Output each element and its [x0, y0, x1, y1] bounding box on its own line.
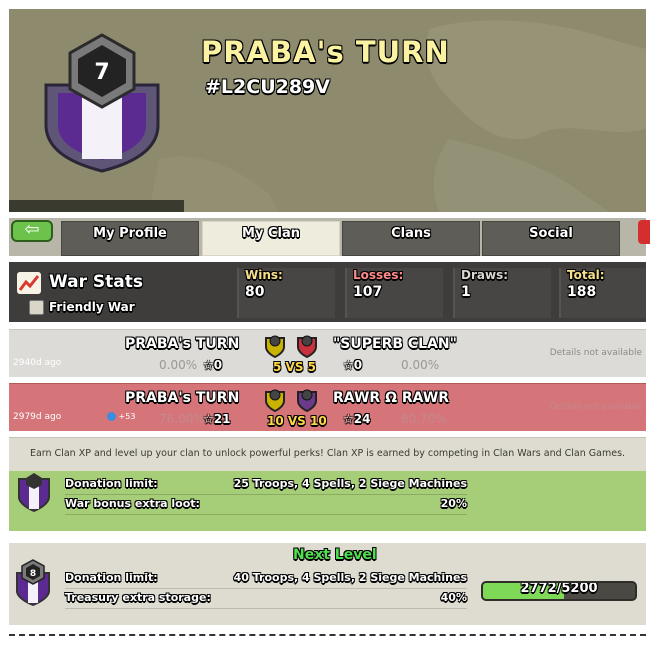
- clan2-stars: ☆24: [343, 412, 371, 426]
- clan-xp-progress-text: 2772/5200: [520, 581, 598, 596]
- total-stat: Total: 188: [559, 268, 646, 318]
- current-level-perks: Donation limit: 25 Troops, 4 Spells, 2 S…: [9, 471, 646, 531]
- back-arrow-icon: ⇦: [24, 219, 40, 240]
- clan-perks-description: Earn Clan XP and level up your clan to u…: [9, 437, 646, 471]
- donation-limit-label: Donation limit:: [65, 477, 158, 490]
- treasury-storage-value: 40%: [440, 591, 467, 604]
- current-war-bonus: War bonus extra loot: 20%: [65, 497, 467, 515]
- close-button[interactable]: [638, 220, 650, 244]
- clan-level-badge-icon: [18, 473, 50, 513]
- wins-value: 80: [245, 284, 265, 300]
- war-details-unavailable: Details not available: [549, 348, 642, 358]
- war-bonus-value: 20%: [440, 497, 467, 510]
- header-ledge: [9, 200, 184, 212]
- clan-level-badge-icon: 8: [16, 559, 50, 607]
- war-clan2-name: "SUPERB CLAN": [333, 336, 457, 352]
- draws-value: 1: [461, 284, 471, 300]
- draws-stat: Draws: 1: [453, 268, 551, 318]
- xp-orb-icon: [107, 412, 116, 421]
- clan-name: PRABA's TURN: [201, 35, 450, 69]
- next-donation-limit: Donation limit: 40 Troops, 4 Spells, 2 S…: [65, 571, 467, 589]
- clan2-stars: ☆0: [343, 358, 363, 372]
- war-log-row[interactable]: 2979d ago +53 PRABA's TURN RAWR Ω RAWR 7…: [9, 383, 646, 431]
- clan1-shield-icon: [265, 389, 285, 412]
- section-divider: [9, 634, 646, 636]
- war-log-row[interactable]: 2940d ago PRABA's TURN "SUPERB CLAN" 0.0…: [9, 329, 646, 377]
- tab-my-profile[interactable]: My Profile: [61, 221, 199, 256]
- war-size: 10 VS 10: [267, 414, 327, 428]
- wins-stat: Wins: 80: [237, 268, 335, 318]
- losses-stat: Losses: 107: [345, 268, 443, 318]
- donation-limit-label: Donation limit:: [65, 571, 158, 584]
- current-donation-limit: Donation limit: 25 Troops, 4 Spells, 2 S…: [65, 477, 467, 495]
- draws-label: Draws:: [461, 268, 509, 282]
- clan1-stars: ☆21: [203, 412, 231, 426]
- war-bonus-label: War bonus extra loot:: [65, 497, 200, 510]
- next-level-title: Next Level: [293, 547, 377, 563]
- war-stats-panel: War Stats Friendly War Wins: 80 Losses: …: [9, 262, 646, 322]
- clan2-shield-icon: [297, 335, 317, 358]
- star-icon: ☆: [343, 358, 354, 372]
- clan-header: 7 PRABA's TURN #L2CU289V: [9, 9, 646, 212]
- xp-gained: +53: [107, 412, 135, 421]
- wins-label: Wins:: [245, 268, 283, 282]
- tab-bar: ⇦ My Profile My Clan Clans Social: [9, 218, 650, 256]
- total-label: Total:: [567, 268, 605, 282]
- losses-label: Losses:: [353, 268, 404, 282]
- tab-social[interactable]: Social: [482, 221, 620, 256]
- donation-limit-value: 25 Troops, 4 Spells, 2 Siege Machines: [233, 477, 467, 490]
- war-time-ago: 2940d ago: [13, 358, 62, 368]
- clan1-shield-icon: [265, 335, 285, 358]
- war-size: 5 VS 5: [273, 360, 316, 374]
- clan-level-number: 7: [94, 60, 109, 85]
- next-treasury-storage: Treasury extra storage: 40%: [65, 591, 467, 609]
- clan1-destruction-percent: 76.00%: [159, 412, 205, 426]
- next-level-number: 8: [30, 569, 36, 579]
- clan-tag[interactable]: #L2CU289V: [205, 76, 330, 98]
- total-value: 188: [567, 284, 597, 300]
- clan-badge-icon: 7: [44, 33, 160, 173]
- next-level-perks: Next Level 8 Donation limit: 40 Troops, …: [9, 543, 646, 625]
- star-icon: ☆: [203, 358, 214, 372]
- war-clan1-name: PRABA's TURN: [125, 390, 240, 406]
- friendly-war-checkbox[interactable]: [29, 300, 44, 315]
- tab-my-clan[interactable]: My Clan: [202, 221, 340, 256]
- clan1-stars: ☆0: [203, 358, 223, 372]
- clan2-shield-icon: [297, 389, 317, 412]
- losses-value: 107: [353, 284, 383, 300]
- star-icon: ☆: [203, 412, 214, 426]
- back-button[interactable]: ⇦: [11, 220, 53, 242]
- war-clan2-name: RAWR Ω RAWR: [333, 390, 450, 406]
- war-stats-title: War Stats: [49, 272, 144, 292]
- war-clan1-name: PRABA's TURN: [125, 336, 240, 352]
- donation-limit-value: 40 Troops, 4 Spells, 2 Siege Machines: [233, 571, 467, 584]
- war-details-unavailable: Details not available: [549, 402, 642, 412]
- clan-xp-progress-bar: 2772/5200: [481, 581, 637, 601]
- treasury-storage-label: Treasury extra storage:: [65, 591, 211, 604]
- friendly-war-label: Friendly War: [49, 300, 135, 314]
- tab-clans[interactable]: Clans: [342, 221, 480, 256]
- star-icon: ☆: [343, 412, 354, 426]
- clan1-destruction-percent: 0.00%: [159, 358, 198, 372]
- clan2-destruction-percent: 80.70%: [401, 412, 447, 426]
- clan2-destruction-percent: 0.00%: [401, 358, 440, 372]
- chart-trend-icon: [17, 272, 41, 294]
- war-time-ago: 2979d ago: [13, 412, 62, 422]
